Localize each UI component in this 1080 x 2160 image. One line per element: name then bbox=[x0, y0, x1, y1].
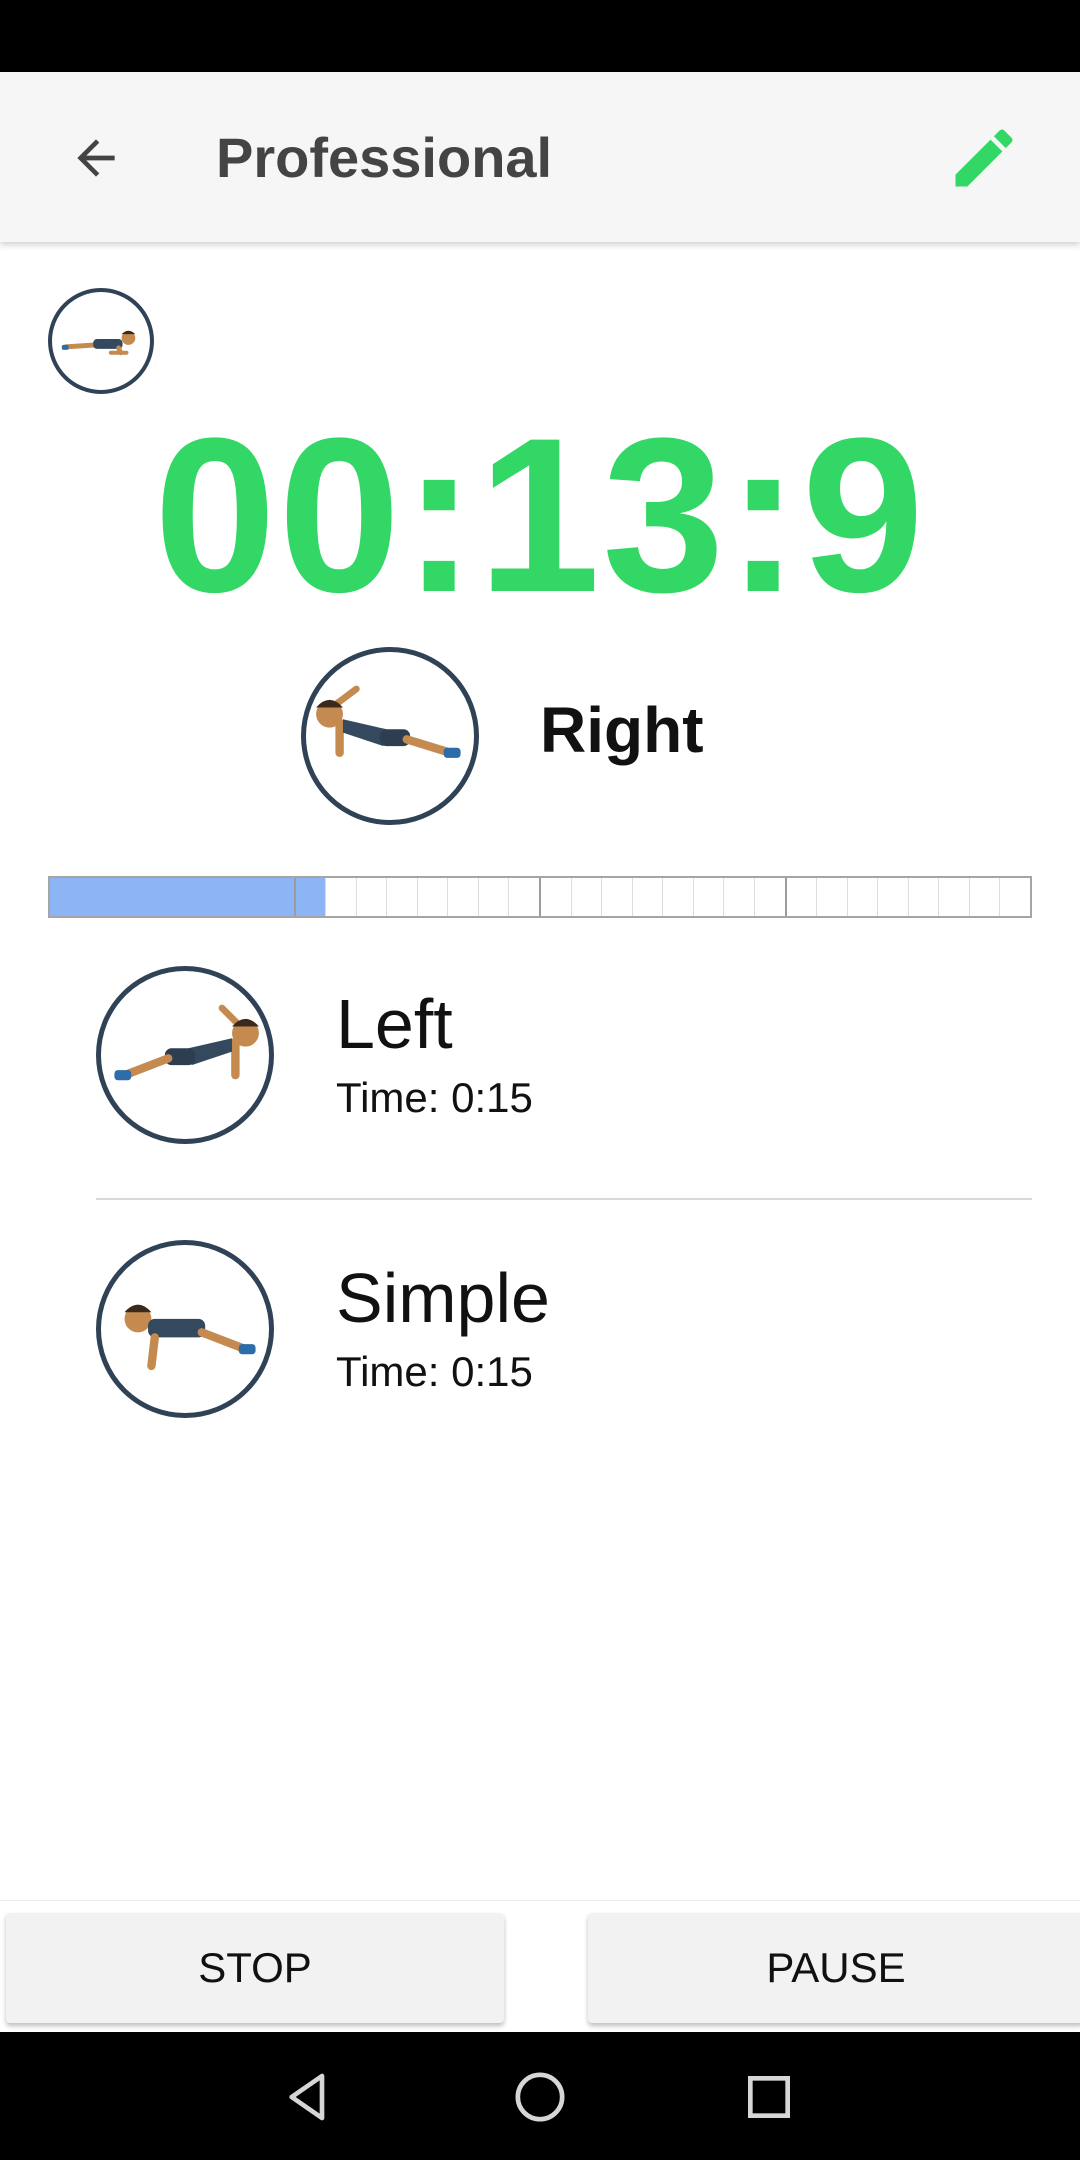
status-bar bbox=[0, 0, 1080, 72]
page-title: Professional bbox=[216, 126, 553, 189]
exercise-time: Time: 0:15 bbox=[336, 1074, 533, 1121]
side-plank-right-figure-icon bbox=[316, 685, 461, 758]
back-button[interactable] bbox=[50, 112, 142, 204]
nav-back-button[interactable] bbox=[273, 2062, 343, 2132]
bottom-controls: STOP PAUSE bbox=[0, 1900, 1080, 2032]
nav-home-button[interactable] bbox=[505, 2062, 575, 2132]
exercise-name: Simple bbox=[336, 1259, 550, 1337]
divider bbox=[96, 1198, 1032, 1200]
list-item[interactable]: Left Time: 0:15 bbox=[96, 966, 1032, 1156]
current-exercise-thumbnail bbox=[301, 647, 479, 825]
workout-thumbnail bbox=[48, 288, 154, 394]
plank-figure-icon bbox=[61, 330, 136, 356]
triangle-back-icon bbox=[289, 2073, 325, 2121]
progress-segment bbox=[539, 878, 785, 916]
progress-segment bbox=[50, 878, 294, 916]
exercise-thumbnail bbox=[96, 1240, 274, 1418]
exercise-thumbnail bbox=[96, 966, 274, 1144]
app-bar: Professional bbox=[0, 72, 1080, 242]
pause-button[interactable]: PAUSE bbox=[588, 1913, 1080, 2023]
countdown-timer: 00:13:9 bbox=[153, 392, 927, 638]
list-item[interactable]: Simple Time: 0:15 bbox=[96, 1240, 1032, 1430]
exercise-name: Left bbox=[336, 985, 453, 1063]
circle-home-icon bbox=[515, 2072, 565, 2122]
progress-segment bbox=[293, 878, 540, 916]
edit-button[interactable] bbox=[938, 112, 1030, 204]
stop-button[interactable]: STOP bbox=[6, 1913, 504, 2023]
system-navigation-bar bbox=[0, 2032, 1080, 2160]
pencil-icon bbox=[955, 129, 1013, 187]
side-plank-left-figure-icon bbox=[114, 1004, 259, 1081]
exercise-time: Time: 0:15 bbox=[336, 1348, 533, 1395]
arrow-back-icon bbox=[77, 139, 115, 177]
progress-segment bbox=[784, 878, 1031, 916]
workout-progress-bar bbox=[48, 876, 1032, 918]
square-recents-icon bbox=[748, 2076, 790, 2118]
current-exercise-label: Right bbox=[540, 694, 704, 766]
plank-figure-icon bbox=[124, 1304, 256, 1371]
nav-recents-button[interactable] bbox=[734, 2062, 804, 2132]
